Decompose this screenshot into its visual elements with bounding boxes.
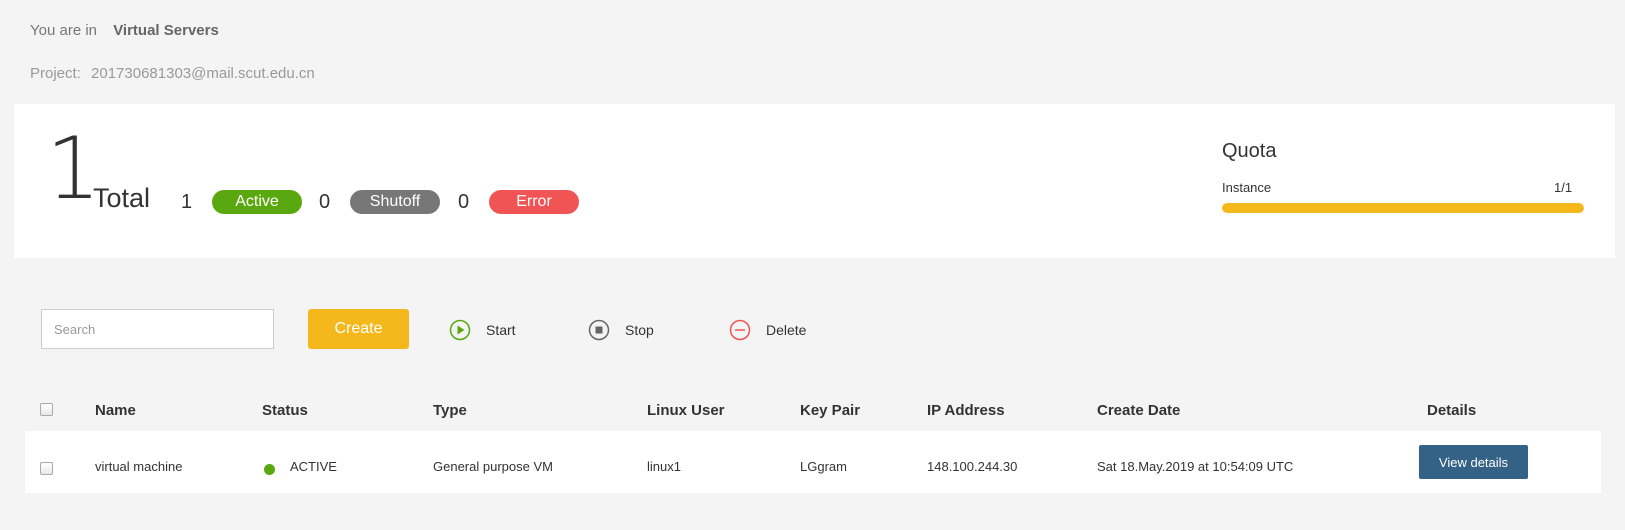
active-stat: 1 Active	[181, 190, 302, 214]
select-all-checkbox[interactable]	[40, 403, 53, 416]
breadcrumb: You are in Virtual Servers	[30, 22, 219, 39]
project-info: Project: 201730681303@mail.scut.edu.cn	[30, 65, 315, 82]
active-count: 1	[181, 190, 193, 213]
stop-icon	[588, 319, 610, 341]
row-key-pair: LGgram	[800, 459, 847, 474]
status-dot	[264, 464, 275, 475]
row-name: virtual machine	[95, 459, 183, 474]
row-linux-user: linux1	[647, 459, 681, 474]
error-count: 0	[458, 190, 470, 213]
column-header-ip-address[interactable]: IP Address	[927, 402, 1005, 419]
column-header-name[interactable]: Name	[95, 402, 136, 419]
column-header-key-pair[interactable]: Key Pair	[800, 402, 860, 419]
breadcrumb-prefix: You are in	[30, 22, 98, 39]
create-button[interactable]: Create	[308, 309, 409, 349]
play-icon	[449, 319, 471, 341]
stop-action[interactable]: Stop	[588, 319, 654, 341]
error-stat: 0 Error	[458, 190, 579, 214]
total-label: Total	[93, 183, 151, 213]
row-type: General purpose VM	[433, 459, 553, 474]
row-status: ACTIVE	[290, 459, 337, 474]
quota-title: Quota	[1222, 140, 1277, 162]
row-ip-address: 148.100.244.30	[927, 459, 1018, 474]
error-badge: Error	[489, 190, 579, 214]
delete-label: Delete	[766, 322, 807, 338]
column-header-details: Details	[1427, 402, 1477, 419]
quota-instance-label: Instance	[1222, 180, 1272, 195]
row-create-date: Sat 18.May.2019 at 10:54:09 UTC	[1097, 459, 1294, 474]
stop-label: Stop	[625, 322, 654, 338]
quota-progress-bar	[1222, 203, 1584, 213]
shutoff-count: 0	[319, 190, 331, 213]
active-badge: Active	[212, 190, 302, 214]
search-input[interactable]	[41, 309, 274, 349]
minus-circle-icon	[729, 319, 751, 341]
column-header-create-date[interactable]: Create Date	[1097, 402, 1180, 419]
shutoff-stat: 0 Shutoff	[319, 190, 440, 214]
view-details-button[interactable]: View details	[1419, 445, 1528, 479]
delete-action[interactable]: Delete	[729, 319, 806, 341]
start-action[interactable]: Start	[449, 319, 516, 341]
column-header-type[interactable]: Type	[433, 402, 467, 419]
project-label: Project:	[30, 65, 81, 82]
start-label: Start	[486, 322, 516, 338]
quota-progress-fill	[1222, 203, 1584, 213]
row-checkbox[interactable]	[40, 462, 53, 475]
summary-panel: 1 Total 1 Active 0 Shutoff 0 Error Quota…	[14, 104, 1615, 258]
column-header-linux-user[interactable]: Linux User	[647, 402, 725, 419]
quota-instance-value: 1/1	[1554, 180, 1573, 195]
shutoff-badge: Shutoff	[350, 190, 440, 214]
project-value: 201730681303@mail.scut.edu.cn	[91, 65, 315, 82]
column-header-status[interactable]: Status	[262, 402, 308, 419]
breadcrumb-current: Virtual Servers	[113, 22, 219, 39]
